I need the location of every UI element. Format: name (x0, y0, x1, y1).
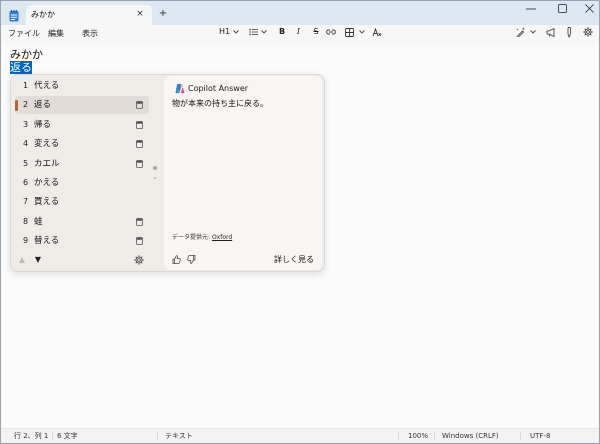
scroll-indicator (153, 166, 158, 171)
status-zoom[interactable]: 100% (408, 429, 428, 443)
status-cursor-position: 行 2、列 1 (14, 432, 49, 440)
candidate-text: 返る (34, 100, 52, 111)
candidate-text: かえる (34, 178, 60, 188)
candidate-item-3[interactable]: 3 帰る (15, 116, 149, 134)
detail-card-icon[interactable] (136, 140, 143, 149)
chevron-down-icon[interactable] (359, 26, 365, 38)
table-icon[interactable] (345, 26, 354, 38)
candidate-text: 蛙 (34, 216, 43, 227)
candidate-text: 変える (34, 139, 60, 150)
source-link[interactable]: Oxford (212, 234, 232, 241)
minimize-button[interactable] (517, 1, 545, 16)
detail-card-icon[interactable] (136, 237, 143, 246)
candidate-text: カエル (34, 158, 60, 169)
learn-more-link[interactable]: 詳しく見る (274, 254, 314, 266)
candidate-number: 2 (23, 100, 29, 110)
heading-button[interactable]: H1 (219, 26, 230, 38)
candidate-item-6[interactable]: 6 かえる (15, 174, 149, 192)
status-format[interactable]: テキスト (165, 429, 193, 443)
candidate-text: 買える (34, 197, 60, 208)
title-bar: みかか × + (1, 1, 599, 25)
strikethrough-button[interactable]: S (313, 26, 319, 38)
tab-close-button[interactable]: × (135, 5, 145, 24)
minimize-icon (526, 8, 536, 10)
close-button[interactable] (580, 1, 598, 16)
status-line-ending[interactable]: Windows (CRLF) (442, 429, 499, 443)
candidate-item-1[interactable]: 1 代える (15, 77, 149, 95)
tab-title: みかか (31, 10, 55, 19)
detail-card-icon[interactable] (136, 101, 143, 110)
chevron-down-icon[interactable] (233, 26, 239, 38)
menu-view[interactable]: 表示 (82, 25, 98, 42)
candidate-number: 5 (23, 158, 29, 168)
maximize-icon (557, 4, 567, 13)
status-bar: 行 2、列 1 6 文字 テキスト 100% Windows (CRLF) UT… (1, 428, 599, 443)
status-separator (434, 432, 435, 440)
status-encoding[interactable]: UTF-8 (530, 429, 550, 443)
notepad-icon (9, 7, 19, 22)
chevron-down-icon[interactable] (530, 26, 536, 38)
detail-card-icon[interactable] (136, 120, 143, 129)
menu-bar: ファイル 編集 表示 H1 B I S (1, 25, 599, 45)
candidate-number: 7 (23, 197, 29, 207)
page-up-button[interactable]: ▲ (17, 255, 27, 265)
editor-line-1: みかか (10, 48, 43, 61)
status-separator (157, 432, 158, 440)
composition-text: 返る (10, 61, 32, 74)
candidate-item-2[interactable]: 2 返る (15, 96, 149, 115)
candidate-text: 替える (34, 236, 60, 247)
new-tab-button[interactable]: + (157, 5, 169, 22)
text-editor[interactable]: みかか 返る 1 代える 2 返る 3 帰る 4 変える 5 カエル 6 かえる 7 買える 8 蛙 9 替える … (1, 45, 599, 428)
link-icon[interactable] (326, 26, 336, 38)
candidate-item-8[interactable]: 8蛙 (15, 213, 149, 231)
list-icon[interactable] (249, 26, 258, 38)
source-label: データ提供元: (172, 234, 212, 241)
page-down-button[interactable]: ▼ (33, 255, 43, 265)
bold-button[interactable]: B (279, 26, 285, 38)
selection-indicator (15, 99, 18, 111)
candidate-item-4[interactable]: 4 変える (15, 135, 149, 153)
tab-document[interactable]: みかか × (26, 5, 152, 25)
candidate-text: 帰る (34, 119, 52, 130)
answer-brand: Copilot Answer (188, 83, 249, 93)
detail-card-icon[interactable] (136, 159, 143, 168)
chevron-down-icon[interactable] (261, 26, 267, 38)
candidate-number: 3 (23, 119, 29, 129)
clear-format-icon[interactable] (372, 26, 382, 38)
menu-edit[interactable]: 編集 (48, 25, 64, 42)
answer-source: データ提供元: Oxford (172, 233, 232, 242)
copilot-logo (174, 83, 185, 94)
candidate-number: 1 (23, 81, 29, 90)
status-separator (520, 432, 521, 440)
answer-definition: 物が本来の持ち主に戻る。 (172, 98, 268, 108)
status-separator (52, 432, 53, 440)
gear-icon[interactable] (583, 26, 593, 38)
gear-icon[interactable] (134, 255, 144, 265)
editor-line-2: 返る (10, 61, 32, 74)
candidate-number: 8 (23, 216, 29, 226)
candidate-item-5[interactable]: 5 カエル (15, 155, 149, 173)
menu-file[interactable]: ファイル (8, 25, 40, 42)
italic-button[interactable]: I (296, 26, 301, 38)
copilot-answer-panel: Copilot Answer 物が本来の持ち主に戻る。 データ提供元: Oxfo… (164, 76, 322, 270)
candidate-number: 4 (23, 139, 29, 149)
status-separator (398, 432, 399, 440)
candidate-text: 代える (34, 81, 60, 91)
rewrite-icon[interactable] (515, 26, 526, 38)
candidate-item-9[interactable]: 9 替える (15, 232, 149, 250)
close-icon (584, 4, 594, 13)
thumbs-down-icon[interactable] (186, 254, 196, 264)
pen-icon[interactable] (566, 26, 572, 38)
status-character-count: 6 文字 (57, 432, 78, 440)
candidate-number: 6 (23, 178, 29, 187)
detail-card-icon[interactable] (136, 217, 143, 226)
scroll-indicator (154, 177, 156, 179)
megaphone-icon[interactable] (546, 26, 556, 38)
thumbs-up-icon[interactable] (172, 254, 181, 264)
ime-candidate-window: 1 代える 2 返る 3 帰る 4 変える 5 カエル 6 かえる 7 買える 8 蛙 9 替える ▲ ▼ Cop… (10, 74, 325, 272)
candidate-item-7[interactable]: 7 買える (15, 193, 149, 211)
maximize-button[interactable] (548, 1, 576, 16)
candidate-number: 9 (23, 236, 29, 246)
notepad-window: みかか × + ファイル 編集 表示 H1 B I S みかか 返る 1 代える… (0, 0, 600, 444)
